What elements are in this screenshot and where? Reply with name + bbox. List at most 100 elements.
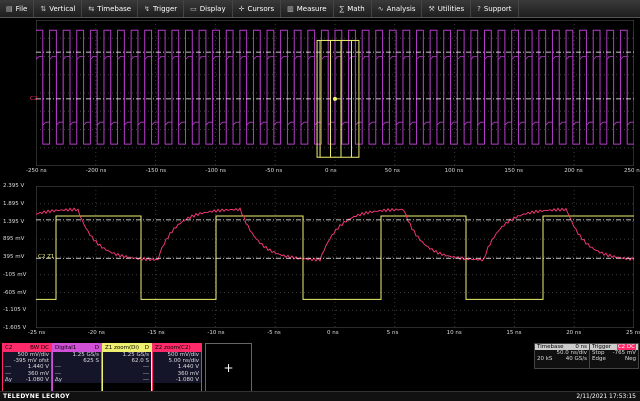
descriptor-name: Z1 zoom(Di) (105, 345, 140, 351)
descriptor-header: C2 BW DC (3, 344, 51, 352)
digital-overview-grid (36, 20, 634, 166)
menu-cursors[interactable]: ✛ Cursors (233, 0, 282, 17)
analog-trace-overview (36, 56, 634, 127)
descriptor-name: Z2 zoom(C2) (155, 345, 191, 351)
trigger-type: Edge (592, 356, 606, 362)
menu-support[interactable]: ? Support (471, 0, 519, 17)
menu-measure[interactable]: ▥ Measure (281, 0, 334, 17)
support-icon: ? (477, 4, 481, 13)
timebase-icon: ⇆ (88, 4, 95, 13)
date-time: 2/11/2021 17:53:15 (576, 393, 636, 400)
measure-icon: ▥ (287, 4, 294, 13)
descriptor-1[interactable]: Digital1 D 1.25 GS/s 625 S --- --- Δy (52, 343, 102, 395)
menu-label: Timebase (97, 4, 132, 13)
zoom-y-tick: 895 mV (3, 236, 25, 243)
zoom-x-tick: 20 ns (566, 330, 582, 336)
descriptor-name: C2 (5, 345, 13, 351)
zoom-y-tick: -105 mV (3, 271, 27, 278)
zoom-y-tick: 1.895 V (3, 200, 25, 207)
overview-x-tick: -150 ns (145, 168, 167, 174)
cursors-icon: ✛ (238, 4, 245, 13)
zoom-x-tick: 10 ns (446, 330, 462, 336)
zoom-x-tick: 15 ns (506, 330, 522, 336)
descriptor-row-label: Δy (55, 376, 63, 383)
descriptor-row: Δy (53, 376, 101, 384)
zoom-y-tick: -1.605 V (3, 325, 27, 331)
menu-label: Vertical (49, 4, 76, 13)
menu-math[interactable]: ∑ Math (334, 0, 372, 17)
menu-vertical[interactable]: ⇅ Vertical (34, 0, 83, 17)
trigger-slope: Neg (625, 356, 636, 362)
overview-x-tick: -50 ns (265, 168, 283, 174)
zoom-x-tick: 0 ns (327, 330, 339, 336)
menu-label: Trigger (153, 4, 178, 13)
math-icon: ∑ (339, 4, 345, 13)
timebase-descriptor[interactable]: Timebase 0 ns 50.0 ns/div 20 kS 40 GS/s (534, 343, 590, 369)
analysis-icon: ∿ (377, 4, 384, 13)
zoom-y-tick: -605 mV (3, 289, 27, 296)
overview-x-tick: 250 ns (624, 168, 640, 174)
menu-utilities[interactable]: ⚒ Utilities (422, 0, 472, 17)
trigger-point (333, 96, 337, 101)
display-icon: ▭ (190, 4, 197, 13)
menu-label: Display (199, 4, 226, 13)
zoom-x-tick: 5 ns (386, 330, 399, 336)
zoom-y-tick: -1.105 V (3, 307, 27, 314)
utilities-icon: ⚒ (428, 4, 435, 13)
zoom-y-tick: 395 mV (3, 254, 25, 260)
menu-label: Analysis (386, 4, 416, 13)
menu-label: Measure (296, 4, 327, 13)
zoom-x-tick: -25 ns (28, 330, 46, 336)
vertical-icon: ⇅ (40, 4, 47, 13)
zoom-marker: C2 Z1 (38, 254, 55, 260)
overview-x-tick: 150 ns (504, 168, 523, 174)
trigger-icon: ↯ (144, 4, 150, 13)
descriptor-tags: D (94, 345, 99, 351)
overview-x-tick: 50 ns (384, 168, 400, 174)
zoom-x-tick: 25 ns (626, 330, 640, 336)
descriptor-0[interactable]: C2 BW DC 500 mV/div -395 mV ofst --- 1.440 V-… (2, 343, 52, 395)
descriptor-tags: BW DC (30, 345, 49, 351)
menu-timebase[interactable]: ⇆ Timebase (82, 0, 139, 17)
zoom-grid (36, 186, 634, 328)
zoom-y-tick: 1.395 V (3, 218, 25, 225)
zoom-x-tick: -20 ns (87, 330, 105, 336)
descriptor-row-value: -1.080 V (175, 376, 199, 383)
menu-label: Cursors (247, 4, 275, 13)
menu-analysis[interactable]: ∿ Analysis (372, 0, 423, 17)
descriptor-name: Digital1 (55, 345, 77, 351)
descriptor-row-label: Δy (5, 376, 13, 383)
menu-label: Math (347, 4, 365, 13)
descriptor-row: -1.080 V (153, 376, 201, 384)
add-trace-button[interactable]: + (205, 343, 252, 393)
overview-channel-label: C2 (30, 96, 38, 102)
descriptor-row: Δy -1.080 V (3, 376, 51, 384)
menu-bar: ▤ File ⇅ Vertical ⇆ Timebase ↯ Trigger ▭ Display ✛… (0, 0, 640, 18)
descriptor-header: Digital1 D (53, 344, 101, 352)
trigger-descriptor[interactable]: Trigger C2 DC Stop -765 mV Edge Neg (589, 343, 639, 369)
descriptor-row-value: -1.080 V (25, 376, 49, 383)
descriptor-header: Z1 zoom(Di) D (103, 344, 151, 352)
timebase-rate: 40 GS/s (565, 356, 587, 362)
descriptor-row: --- (103, 376, 151, 384)
zoom-x-tick: -5 ns (267, 330, 281, 336)
menu-file[interactable]: ▤ File (0, 0, 35, 17)
descriptor-2[interactable]: Z1 zoom(Di) D 1.25 GS/s 62.0 S --- --- --- (102, 343, 152, 395)
overview-x-tick: -200 ns (85, 168, 107, 174)
descriptor-3[interactable]: Z2 zoom(C2) 500 mV/div 5.00 ns/div 1.440 V3… (152, 343, 202, 395)
overview-x-tick: 200 ns (564, 168, 583, 174)
menu-label: File (15, 4, 28, 13)
descriptor-header: Z2 zoom(C2) (153, 344, 201, 352)
overview-x-tick: -250 ns (26, 168, 47, 174)
zoom-x-tick: -15 ns (147, 330, 165, 336)
descriptor-row-value: --- (143, 376, 149, 383)
menu-trigger[interactable]: ↯ Trigger (138, 0, 185, 17)
file-icon: ▤ (6, 4, 13, 13)
menu-display[interactable]: ▭ Display (184, 0, 233, 17)
descriptor-tags: D (144, 345, 149, 351)
descriptor-row-value: 625 S (83, 358, 99, 365)
overview-x-tick: -100 ns (205, 168, 226, 174)
zoom-y-tick: 2.395 V (3, 183, 25, 189)
brand-logo: TELEDYNE LECROY (3, 393, 70, 400)
zoom-x-tick: -10 ns (207, 330, 225, 336)
